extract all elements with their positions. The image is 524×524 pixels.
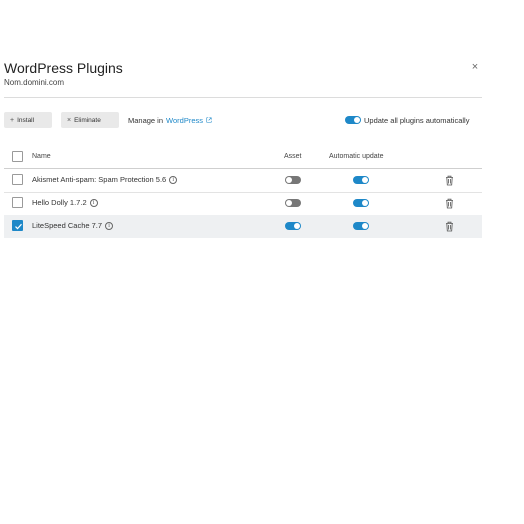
plugin-name-text: LiteSpeed Cache 7.7 — [32, 221, 103, 230]
x-icon: × — [67, 116, 72, 124]
row-checkbox[interactable] — [12, 174, 23, 185]
close-icon[interactable]: × — [470, 62, 480, 73]
table-row[interactable]: Akismet Anti-spam: Spam Protection 5.6 i — [4, 169, 482, 193]
info-icon[interactable]: i — [105, 221, 114, 230]
auto-update-toggle[interactable] — [353, 199, 369, 207]
install-button[interactable]: + Install — [4, 112, 52, 128]
plugin-name: Hello Dolly 1.7.2 i — [32, 198, 98, 207]
table-row[interactable]: Hello Dolly 1.7.2 i — [4, 192, 482, 216]
plugin-name-text: Akismet Anti-spam: Spam Protection 5.6 — [32, 175, 167, 184]
trash-icon[interactable] — [445, 175, 454, 186]
plugin-name: LiteSpeed Cache 7.7 i — [32, 221, 114, 230]
toolbar: + Install × Eliminate Manage in WordPres… — [4, 112, 482, 128]
eliminate-button[interactable]: × Eliminate — [61, 112, 119, 128]
eliminate-label: Eliminate — [74, 116, 101, 124]
trash-icon[interactable] — [445, 221, 454, 232]
plugins-dialog: WordPress Plugins Nom.domini.com × + Ins… — [0, 0, 524, 524]
info-icon[interactable]: i — [89, 198, 98, 207]
auto-update-toggle[interactable] — [353, 222, 369, 230]
update-all-control: Update all plugins automatically — [345, 112, 469, 128]
column-name: Name — [32, 153, 51, 160]
info-icon[interactable]: i — [169, 175, 178, 184]
wordpress-link[interactable]: WordPress — [166, 116, 203, 125]
row-checkbox[interactable] — [12, 220, 23, 231]
manage-prefix: Manage in — [128, 115, 164, 125]
manage-in-wordpress: Manage in WordPress — [128, 112, 212, 128]
dialog-subtitle: Nom.domini.com — [4, 78, 65, 87]
column-auto-update: Automatic update — [329, 153, 384, 160]
update-all-toggle[interactable] — [345, 116, 361, 124]
row-checkbox[interactable] — [12, 197, 23, 208]
table-row[interactable]: LiteSpeed Cache 7.7 i — [4, 215, 482, 238]
column-asset: Asset — [284, 153, 302, 160]
auto-update-toggle[interactable] — [353, 176, 369, 184]
checkmark-icon — [15, 223, 22, 230]
trash-icon[interactable] — [445, 198, 454, 209]
install-label: Install — [17, 116, 35, 124]
table-header: Name Asset Automatic update — [4, 146, 482, 169]
asset-toggle[interactable] — [285, 176, 301, 184]
dialog-title: WordPress Plugins — [4, 60, 123, 76]
update-all-label: Update all plugins automatically — [364, 115, 470, 125]
select-all-checkbox[interactable] — [12, 151, 23, 162]
plugin-name-text: Hello Dolly 1.7.2 — [32, 198, 87, 207]
asset-toggle[interactable] — [285, 222, 301, 230]
divider — [4, 97, 482, 98]
plus-icon: + — [10, 116, 15, 124]
external-link-icon[interactable] — [206, 117, 212, 123]
plugin-name: Akismet Anti-spam: Spam Protection 5.6 i — [32, 175, 178, 184]
asset-toggle[interactable] — [285, 199, 301, 207]
